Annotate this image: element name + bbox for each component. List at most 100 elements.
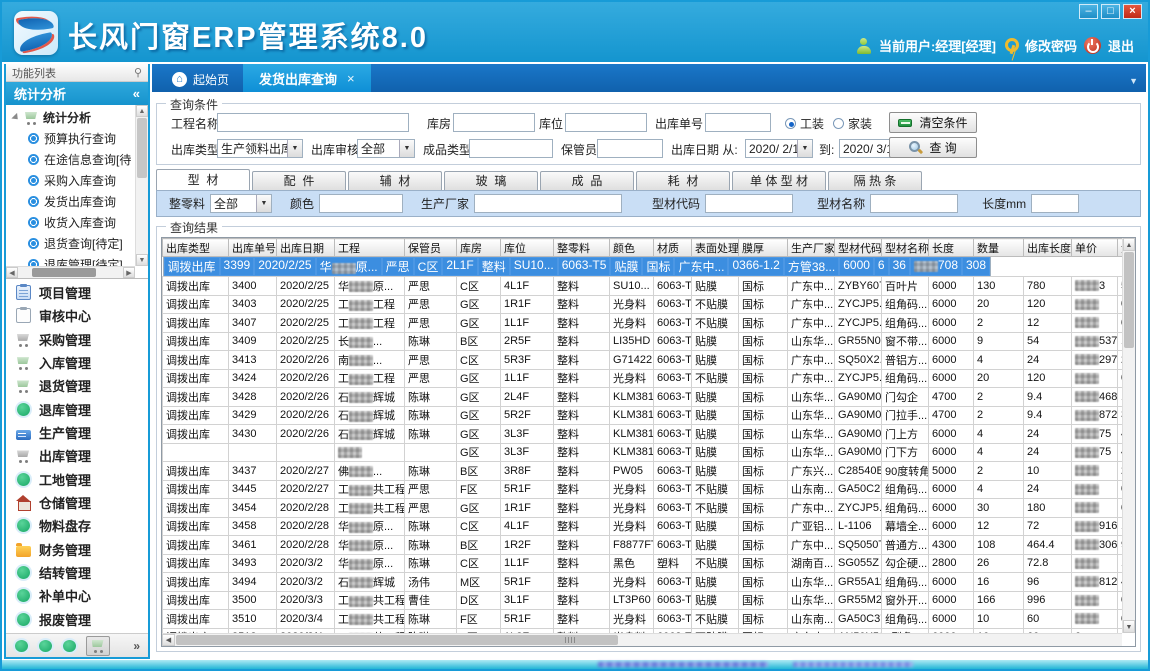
sidebar-item[interactable]: 补单中心: [6, 584, 148, 607]
material-tab[interactable]: 成 品: [540, 171, 634, 190]
scroll-left-icon[interactable]: ◀: [6, 267, 18, 278]
sidebar-item[interactable]: 采购管理: [6, 328, 148, 351]
cart-module-button[interactable]: [86, 636, 110, 656]
column-header[interactable]: 出库类型: [163, 239, 229, 257]
whole-part-select[interactable]: 全部 ▼: [210, 194, 272, 213]
sidebar-item[interactable]: 出库管理: [6, 444, 148, 467]
tree-item[interactable]: 采购入库查询: [6, 170, 135, 191]
column-header[interactable]: 出库长度: [1024, 239, 1072, 257]
scroll-up-icon[interactable]: ▲: [136, 105, 148, 117]
table-row[interactable]: 调拨出库34942020/3/2石辉城汤伟M区5R1F整料光身料6063-T5贴…: [163, 573, 1123, 592]
sidebar-item[interactable]: 退货管理: [6, 374, 148, 397]
length-input[interactable]: [1031, 194, 1079, 213]
table-row[interactable]: 调拨出库34372020/2/27佛...陈琳B区3R8F整料PW056063-…: [163, 462, 1123, 481]
table-row[interactable]: 调拨出库34932020/3/2华原...陈琳C区1L1F整料黑色塑料不贴膜国标…: [163, 554, 1123, 573]
scrollbar-thumb[interactable]: [137, 118, 147, 178]
tab-home[interactable]: ⌂ 起始页: [158, 67, 243, 92]
column-header[interactable]: 保管员: [405, 239, 457, 257]
expander-icon[interactable]: [11, 113, 20, 122]
product-type-input[interactable]: [469, 139, 553, 158]
column-header[interactable]: 表面处理: [692, 239, 739, 257]
table-row[interactable]: 调拨出库34302020/2/26石辉城陈琳G区3L3F整料KLM3817606…: [163, 425, 1123, 444]
more-modules-icon[interactable]: »: [133, 639, 140, 653]
location-input[interactable]: [565, 113, 647, 132]
sidebar-item[interactable]: 审核中心: [6, 304, 148, 327]
table-row[interactable]: 调拨出库34292020/2/26石辉城陈琳G区5R2F整料KLM3817606…: [163, 406, 1123, 425]
sidebar-item[interactable]: 报废管理: [6, 608, 148, 631]
table-row[interactable]: 调拨出库34612020/2/28华原...陈琳B区1R2F整料F8877FT6…: [163, 536, 1123, 555]
table-horizontal-scrollbar[interactable]: ◀: [162, 633, 1122, 646]
close-button[interactable]: ×: [1123, 4, 1142, 19]
module-dot-icon[interactable]: [15, 640, 28, 652]
pin-icon[interactable]: ⚲: [134, 66, 142, 79]
sidebar-item[interactable]: 退库管理: [6, 398, 148, 421]
sidebar-item[interactable]: 物料盘存: [6, 514, 148, 537]
sidebar-item[interactable]: 生产管理: [6, 421, 148, 444]
scroll-down-icon[interactable]: ▼: [136, 254, 148, 266]
search-button[interactable]: 查 询: [889, 137, 977, 158]
tree-item[interactable]: 退货查询[待定]: [6, 233, 135, 254]
project-name-input[interactable]: [217, 113, 409, 132]
table-row[interactable]: 调拨出库34002020/2/25华原...严思C区4L1F整料SU10...6…: [163, 277, 1123, 296]
table-row[interactable]: 调拨出库34092020/2/25长...陈琳B区2R5F整料LI35HD606…: [163, 332, 1123, 351]
order-no-input[interactable]: [705, 113, 771, 132]
sidebar-item[interactable]: 结转管理: [6, 561, 148, 584]
material-tab[interactable]: 辅 材: [348, 171, 442, 190]
change-password-link[interactable]: 修改密码: [1025, 36, 1077, 55]
tree-item[interactable]: 预算执行查询: [6, 128, 135, 149]
sidebar-item[interactable]: 项目管理: [6, 281, 148, 304]
column-header[interactable]: 库位: [501, 239, 554, 257]
material-tab[interactable]: 型 材: [156, 169, 250, 190]
table-row[interactable]: 调拨出库34072020/2/25工工程严思G区1L1F整料光身料6063-T5…: [163, 314, 1123, 333]
scroll-left-icon[interactable]: ◀: [162, 634, 175, 646]
radio-industrial[interactable]: 工装: [785, 115, 824, 132]
table-row[interactable]: 调拨出库34452020/2/27工共工程严思F区5R1F整料光身料6063-T…: [163, 480, 1123, 499]
material-tab[interactable]: 玻 璃: [444, 171, 538, 190]
table-row[interactable]: 调拨出库34542020/2/28工共工程严思G区1R1F整料光身料6063-T…: [163, 499, 1123, 518]
clear-conditions-button[interactable]: 清空条件: [889, 112, 977, 133]
scroll-down-icon[interactable]: ▼: [1123, 620, 1135, 633]
tree-root-item[interactable]: 统计分析: [6, 107, 135, 128]
column-header[interactable]: 生产厂家: [788, 239, 835, 257]
column-header[interactable]: 库房: [457, 239, 501, 257]
material-tab[interactable]: 隔 热 条: [828, 171, 922, 190]
column-header[interactable]: 整零料: [554, 239, 610, 257]
tree-item[interactable]: 在途信息查询[待: [6, 149, 135, 170]
table-row[interactable]: 调拨出库34242020/2/26工工程严思G区1L1F整料光身料6063-T5…: [163, 369, 1123, 388]
scrollbar-thumb[interactable]: [32, 268, 96, 277]
audit-select[interactable]: 全部 ▼: [357, 139, 415, 158]
close-tab-icon[interactable]: ×: [347, 71, 355, 86]
minimize-button[interactable]: –: [1079, 4, 1098, 19]
profile-name-input[interactable]: [870, 194, 958, 213]
tree-item[interactable]: 收货入库查询: [6, 212, 135, 233]
color-input[interactable]: [319, 194, 403, 213]
column-header[interactable]: 材质: [654, 239, 692, 257]
scrollbar-thumb[interactable]: [1124, 252, 1134, 348]
table-row[interactable]: 调拨出库34282020/2/26石辉城陈琳G区2L4F整料KLM3817606…: [163, 388, 1123, 407]
column-header[interactable]: 膜厚: [739, 239, 788, 257]
column-header[interactable]: 数量: [974, 239, 1024, 257]
column-header[interactable]: 颜色: [610, 239, 654, 257]
sidebar-item[interactable]: 财务管理: [6, 538, 148, 561]
material-tab[interactable]: 配 件: [252, 171, 346, 190]
table-row[interactable]: 调拨出库33992020/2/25华原...严思C区2L1F整料SU10...6…: [163, 257, 992, 276]
keeper-input[interactable]: [597, 139, 663, 158]
table-row[interactable]: 调拨出库34582020/2/28华原...陈琳C区4L1F整料光身料6063-…: [163, 517, 1123, 536]
profile-code-input[interactable]: [705, 194, 793, 213]
table-vertical-scrollbar[interactable]: ▲ ▼: [1122, 238, 1135, 633]
column-header[interactable]: 单价: [1072, 239, 1118, 257]
tab-overflow-icon[interactable]: ▼: [1129, 76, 1138, 86]
column-header[interactable]: 型材名称: [882, 239, 929, 257]
material-tab[interactable]: 单 体 型 材: [732, 171, 826, 190]
out-type-select[interactable]: 生产领料出库 ▼: [217, 139, 303, 158]
warehouse-input[interactable]: [453, 113, 535, 132]
radio-home[interactable]: 家装: [833, 115, 872, 132]
column-header[interactable]: 工程: [335, 239, 405, 257]
module-dot-icon[interactable]: [39, 640, 52, 652]
scrollbar-thumb[interactable]: [176, 635, 618, 645]
stats-section-header[interactable]: 统计分析 «: [6, 82, 148, 105]
tree-item[interactable]: 发货出库查询: [6, 191, 135, 212]
module-dot-icon[interactable]: [63, 640, 76, 652]
sidebar-item[interactable]: 工地管理: [6, 468, 148, 491]
logout-link[interactable]: 退出: [1108, 36, 1134, 55]
